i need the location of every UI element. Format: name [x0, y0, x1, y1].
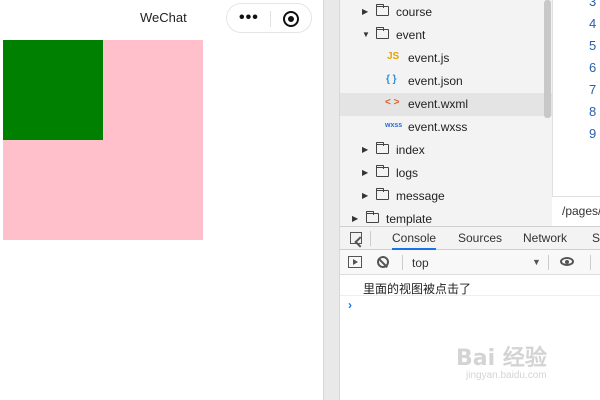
tree-item-label: course: [396, 5, 433, 19]
tree-item-logs[interactable]: ▶ logs: [340, 162, 552, 185]
nav-title: WeChat: [140, 10, 187, 25]
folder-icon: [376, 142, 389, 154]
context-selector[interactable]: top: [412, 256, 429, 270]
console-toolbar: top ▼: [340, 250, 600, 275]
line-number: 3: [589, 0, 597, 9]
inspect-element-icon[interactable]: [350, 232, 362, 244]
close-target-icon[interactable]: [283, 11, 299, 27]
line-number: 9: [589, 126, 597, 141]
tree-item-label: logs: [396, 166, 419, 180]
tree-item-course[interactable]: ▶ course: [340, 1, 552, 24]
inner-view[interactable]: [3, 40, 103, 140]
tree-item-label: event.wxss: [408, 120, 468, 134]
tree-item-label: template: [386, 212, 433, 226]
console-prompt-icon[interactable]: ›: [348, 298, 352, 312]
devtools-tabs: Console Sources Network S: [340, 226, 600, 250]
tree-item-template[interactable]: ▶ template: [340, 208, 552, 226]
wxml-file-icon: < >: [385, 97, 400, 108]
tree-item-label: event: [396, 28, 426, 42]
tab-network[interactable]: Network: [523, 231, 567, 245]
capsule-divider: [270, 11, 271, 27]
toolbar-divider: [402, 255, 403, 270]
js-file-icon: JS: [387, 51, 400, 62]
code-editor[interactable]: 3 4 5 6 7 8 9: [552, 0, 600, 226]
tree-item-label: message: [396, 189, 445, 203]
sidebar-toggle-icon[interactable]: [348, 256, 362, 268]
json-file-icon: { }: [386, 74, 397, 85]
file-path: /pages/: [562, 204, 600, 218]
line-number: 8: [589, 104, 597, 119]
expand-arrow-icon[interactable]: ▶: [362, 168, 368, 177]
baidu-watermark: Bai 经验: [456, 346, 547, 371]
expand-arrow-icon[interactable]: ▶: [352, 214, 358, 223]
live-expression-eye-icon[interactable]: [560, 257, 574, 266]
file-tree: ▶ course ▼ event JS event.js { } event.j…: [340, 0, 552, 226]
folder-icon: [376, 165, 389, 177]
line-number: 7: [589, 82, 597, 97]
line-number: 5: [589, 38, 597, 53]
line-number: 6: [589, 60, 597, 75]
tree-item-event-wxss[interactable]: wxss event.wxss: [340, 116, 552, 139]
tree-item-label: event.json: [408, 74, 463, 88]
dropdown-caret-icon[interactable]: ▼: [532, 257, 541, 267]
tree-item-event-js[interactable]: JS event.js: [340, 47, 552, 70]
expand-arrow-icon[interactable]: ▶: [362, 145, 368, 154]
tree-item-index[interactable]: ▶ index: [340, 139, 552, 162]
expand-arrow-icon[interactable]: ▶: [362, 7, 368, 16]
watermark-url: jingyan.baidu.com: [466, 370, 547, 381]
tree-scrollbar[interactable]: [544, 0, 551, 118]
menu-capsule: •••: [226, 3, 312, 33]
tab-divider: [370, 231, 371, 246]
tree-item-label: event.js: [408, 51, 450, 65]
tab-security[interactable]: S: [592, 231, 600, 245]
toolbar-divider: [548, 255, 549, 270]
line-number: 4: [589, 16, 597, 31]
editor-path-bar: /pages/: [552, 196, 600, 227]
folder-icon: [376, 188, 389, 200]
toolbar-divider: [590, 255, 591, 270]
tree-item-event-json[interactable]: { } event.json: [340, 70, 552, 93]
tab-console[interactable]: Console: [392, 231, 437, 250]
tab-sources[interactable]: Sources: [458, 231, 502, 245]
console-log-line: 里面的视图被点击了: [340, 275, 600, 296]
folder-icon: [366, 211, 379, 223]
tree-item-event[interactable]: ▼ event: [340, 24, 552, 47]
simulator-panel: WeChat •••: [0, 0, 323, 400]
tree-item-label: index: [396, 143, 425, 157]
console-output[interactable]: 里面的视图被点击了 ›: [340, 275, 600, 400]
clear-console-icon[interactable]: [377, 256, 389, 268]
tree-item-event-wxml[interactable]: < > event.wxml: [340, 93, 552, 116]
folder-open-icon: [376, 27, 389, 39]
tree-item-label: event.wxml: [408, 97, 469, 111]
tree-item-message[interactable]: ▶ message: [340, 185, 552, 208]
expand-arrow-icon[interactable]: ▶: [362, 191, 368, 200]
collapse-arrow-icon[interactable]: ▼: [362, 30, 370, 39]
panel-divider[interactable]: [323, 0, 340, 400]
console-message: 里面的视图被点击了: [363, 282, 472, 296]
wxss-file-icon: wxss: [385, 122, 403, 129]
folder-icon: [376, 4, 389, 16]
more-icon[interactable]: •••: [239, 9, 259, 27]
